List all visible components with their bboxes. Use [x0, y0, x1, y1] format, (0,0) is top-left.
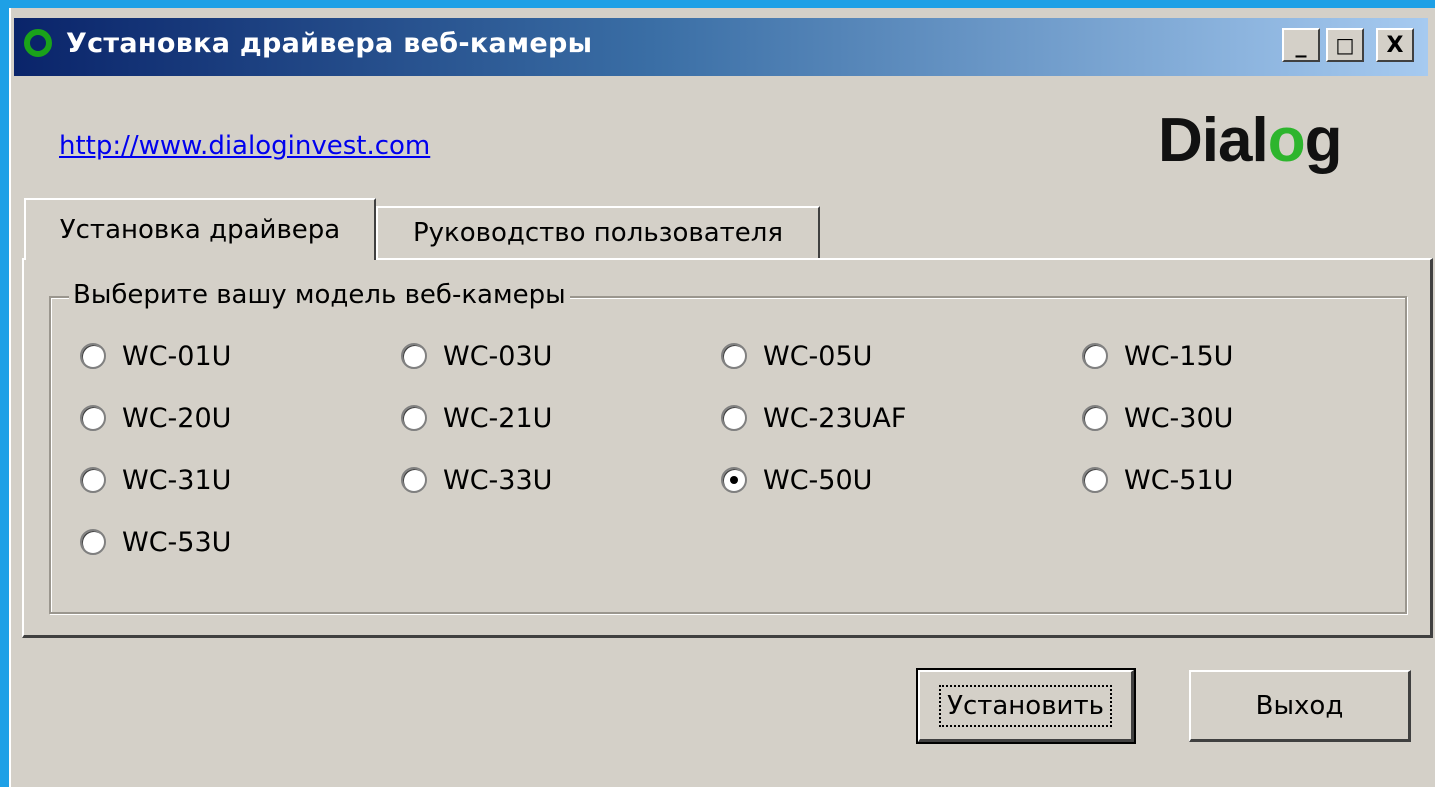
radio-button[interactable]	[1082, 467, 1108, 493]
close-button[interactable]: X	[1376, 28, 1414, 62]
radio-button[interactable]	[401, 405, 427, 431]
tab-user-guide[interactable]: Руководство пользователя	[376, 206, 820, 258]
radio-wc-33u[interactable]: WC-33U	[401, 460, 552, 500]
website-link[interactable]: http://www.dialoginvest.com	[59, 131, 430, 161]
radio-wc-21u[interactable]: WC-21U	[401, 398, 552, 438]
radio-wc-15u[interactable]: WC-15U	[1082, 336, 1233, 376]
radio-label: WC-15U	[1124, 340, 1234, 372]
dialog-logo: Dialog	[1158, 105, 1343, 176]
app-icon	[24, 29, 52, 57]
radio-wc-20u[interactable]: WC-20U	[80, 398, 231, 438]
radio-label: WC-53U	[122, 526, 232, 558]
radio-button[interactable]	[1082, 343, 1108, 369]
radio-label: WC-33U	[443, 464, 553, 496]
radio-wc-05u[interactable]: WC-05U	[721, 336, 872, 376]
logo-text-start: Dial	[1158, 106, 1269, 175]
radio-label: WC-30U	[1124, 402, 1234, 434]
tab-driver-install[interactable]: Установка драйвера	[24, 198, 376, 260]
radio-label: WC-21U	[443, 402, 553, 434]
window-title: Установка драйвера веб-камеры	[66, 28, 593, 59]
groupbox-legend: Выберите вашу модель веб-камеры	[69, 280, 570, 310]
radio-button[interactable]	[80, 343, 106, 369]
tab-panel: Выберите вашу модель веб-камеры WC-01U W…	[22, 258, 1433, 638]
minimize-button[interactable]: _	[1282, 28, 1320, 62]
exit-button[interactable]: Выход	[1189, 670, 1411, 742]
logo-text-end: g	[1304, 106, 1343, 175]
model-groupbox: Выберите вашу модель веб-камеры WC-01U W…	[49, 280, 1407, 614]
radio-button[interactable]	[401, 343, 427, 369]
maximize-button[interactable]: □	[1326, 28, 1364, 62]
radio-button[interactable]	[80, 529, 106, 555]
radio-wc-31u[interactable]: WC-31U	[80, 460, 231, 500]
radio-button[interactable]	[1082, 405, 1108, 431]
radio-button[interactable]	[401, 467, 427, 493]
radio-wc-23uaf[interactable]: WC-23UAF	[721, 398, 906, 438]
install-button[interactable]: Установить	[916, 668, 1136, 744]
radio-label: WC-01U	[122, 340, 232, 372]
radio-label: WC-05U	[763, 340, 873, 372]
radio-button[interactable]	[80, 405, 106, 431]
radio-label: WC-20U	[122, 402, 232, 434]
radio-label: WC-03U	[443, 340, 553, 372]
radio-wc-01u[interactable]: WC-01U	[80, 336, 231, 376]
logo-o: o	[1267, 106, 1306, 175]
radio-wc-50u[interactable]: WC-50U	[721, 460, 872, 500]
radio-button[interactable]	[80, 467, 106, 493]
radio-wc-53u[interactable]: WC-53U	[80, 522, 231, 562]
radio-wc-30u[interactable]: WC-30U	[1082, 398, 1233, 438]
radio-button[interactable]	[721, 343, 747, 369]
radio-wc-51u[interactable]: WC-51U	[1082, 460, 1233, 500]
radio-label: WC-31U	[122, 464, 232, 496]
install-button-label: Установить	[939, 684, 1112, 727]
radio-label: WC-51U	[1124, 464, 1234, 496]
radio-wc-03u[interactable]: WC-03U	[401, 336, 552, 376]
radio-label: WC-23UAF	[763, 402, 907, 434]
radio-label: WC-50U	[763, 464, 873, 496]
radio-button[interactable]	[721, 405, 747, 431]
title-bar[interactable]: Установка драйвера веб-камеры _ □ X	[14, 18, 1428, 76]
radio-button-checked[interactable]	[721, 467, 747, 493]
